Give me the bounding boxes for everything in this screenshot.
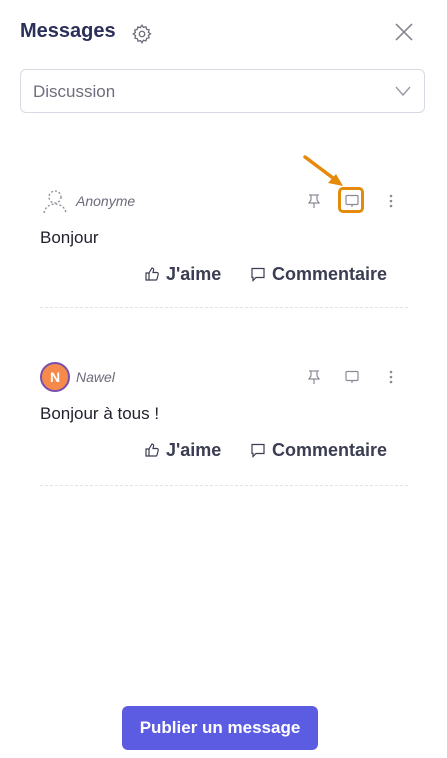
comment-button[interactable]: Commentaire <box>250 440 387 461</box>
messages-header: Messages <box>0 0 447 64</box>
thumbs-up-icon <box>145 267 159 281</box>
close-icon[interactable] <box>393 21 415 43</box>
message-text: Bonjour <box>40 228 99 247</box>
anonymous-user-icon <box>43 190 67 214</box>
author-name: Anonyme <box>76 193 136 209</box>
arrow-annotation-icon <box>303 155 343 186</box>
pin-icon[interactable] <box>306 369 322 385</box>
comment-label: Commentaire <box>272 264 388 284</box>
comment-icon <box>251 267 265 282</box>
presentation-icon[interactable] <box>344 193 360 209</box>
more-vertical-icon[interactable] <box>383 193 399 209</box>
comment-label: Commentaire <box>272 440 388 460</box>
divider <box>40 307 408 308</box>
thumbs-up-icon <box>145 443 159 457</box>
author-name: Nawel <box>76 369 115 385</box>
more-vertical-icon[interactable] <box>383 369 399 385</box>
message-text: Bonjour à tous ! <box>40 404 160 423</box>
discussion-select[interactable]: Discussion <box>20 69 425 113</box>
like-button[interactable]: J'aime <box>144 264 221 285</box>
comment-icon <box>251 443 265 458</box>
select-value: Discussion <box>33 82 116 101</box>
page-title: Messages <box>20 20 116 42</box>
presentation-icon[interactable] <box>344 369 360 385</box>
divider <box>40 485 408 486</box>
chevron-down-icon <box>395 86 411 97</box>
comment-button[interactable]: Commentaire <box>250 264 387 285</box>
like-label: J'aime <box>166 440 222 460</box>
like-button[interactable]: J'aime <box>144 440 221 461</box>
publish-message-button[interactable]: Publier un message <box>122 706 318 750</box>
like-label: J'aime <box>166 264 222 284</box>
pin-icon[interactable] <box>306 193 322 209</box>
gear-icon[interactable] <box>131 23 153 45</box>
avatar: N <box>40 362 70 392</box>
